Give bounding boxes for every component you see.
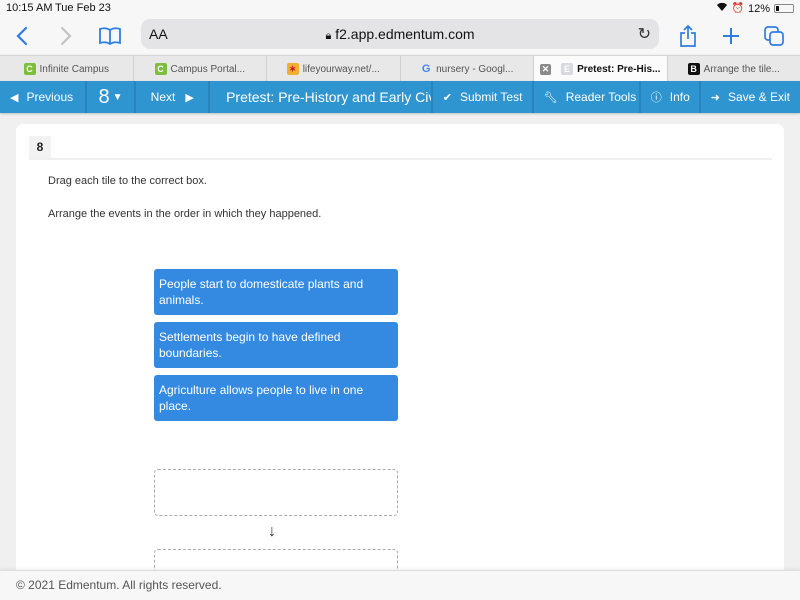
url-text: f2.app.edmentum.com (335, 26, 475, 42)
save-exit-label: Save & Exit (727, 90, 790, 104)
tab-label: Infinite Campus (39, 63, 109, 75)
next-label: Next (150, 90, 176, 104)
previous-button[interactable]: ◀ Previous (0, 81, 87, 113)
brainly-favicon: B (687, 63, 700, 75)
browser-toolbar: AA 🔒︎ f2.app.edmentum.com ↻ (0, 18, 800, 54)
wrench-icon: 🔧︎ (543, 91, 558, 104)
next-button[interactable]: Next ▶ (136, 81, 211, 113)
tab-arrange-tiles[interactable]: B Arrange the tile... (668, 56, 800, 82)
tab-infinite-campus[interactable]: C Infinite Campus (0, 56, 134, 82)
lock-icon: 🔒︎ (325, 30, 332, 42)
divider (29, 158, 772, 160)
tab-label: Arrange the tile... (703, 63, 780, 75)
google-favicon: G (421, 63, 431, 75)
submit-test-button[interactable]: ✔ Submit Test (433, 81, 534, 113)
tab-label: Campus Portal... (170, 63, 245, 75)
alarm-icon: ⏰ (731, 3, 744, 14)
question-number-badge: 8 (29, 136, 51, 158)
question-selector[interactable]: 8 ▼ (87, 81, 137, 113)
status-time: 10:15 AM (6, 2, 53, 14)
url-display[interactable]: 🔒︎ f2.app.edmentum.com (141, 26, 659, 43)
previous-label: Previous (26, 90, 74, 104)
instruction-drag: Drag each tile to the correct box. (48, 175, 207, 187)
draggable-tile[interactable]: People start to domesticate plants and a… (154, 269, 398, 315)
arrow-right-circle-icon: ▶ (185, 91, 194, 104)
info-label: Info (669, 90, 690, 104)
tab-lifeyourway[interactable]: ✶ lifeyourway.net/... (267, 56, 401, 82)
footer: © 2021 Edmentum. All rights reserved. (0, 570, 800, 600)
wifi-icon (716, 2, 728, 15)
check-circle-icon: ✔ (442, 91, 452, 104)
sign-in-icon: ➜ (710, 91, 720, 104)
question-number: 8 (98, 85, 110, 108)
reader-tools-label: Reader Tools (565, 90, 637, 104)
draggable-tile[interactable]: Settlements begin to have defined bounda… (154, 322, 398, 368)
submit-label: Submit Test (459, 90, 523, 104)
infinite-campus-favicon: C (23, 63, 36, 75)
test-navigation-bar: ◀ Previous 8 ▼ Next ▶ Pretest: Pre-Histo… (0, 81, 800, 113)
tab-label: lifeyourway.net/... (302, 63, 380, 75)
arrow-left-circle-icon: ◀ (10, 91, 19, 104)
battery-percent: 12% (747, 2, 770, 15)
edmentum-favicon: E (561, 63, 574, 75)
chevron-down-icon: ▼ (112, 91, 123, 103)
browser-tabs: C Infinite Campus C Campus Portal... ✶ l… (0, 55, 800, 82)
forward-icon[interactable] (56, 22, 76, 50)
draggable-tile[interactable]: Agriculture allows people to live in one… (154, 375, 398, 421)
save-exit-button[interactable]: ➜ Save & Exit (701, 81, 800, 113)
battery-icon (774, 4, 794, 13)
reload-icon[interactable]: ↻ (638, 24, 651, 44)
copyright: © 2021 Edmentum. All rights reserved. (16, 578, 222, 592)
info-icon: ⓘ (650, 92, 662, 104)
back-icon[interactable] (12, 22, 32, 50)
tabs-overview-icon[interactable] (763, 22, 785, 50)
reader-tools-button[interactable]: 🔧︎ Reader Tools (534, 81, 641, 113)
tab-nursery-google[interactable]: G nursery - Googl... (401, 56, 534, 82)
bookmarks-icon[interactable] (98, 22, 122, 50)
address-bar[interactable]: AA 🔒︎ f2.app.edmentum.com ↻ (141, 19, 659, 49)
new-tab-icon[interactable] (720, 22, 742, 50)
status-bar: 10:15 AM Tue Feb 23 ⏰ 12% (0, 0, 800, 18)
arrow-down-icon: ↓ (268, 523, 276, 540)
tab-campus-portal[interactable]: C Campus Portal... (134, 56, 267, 82)
tab-label: nursery - Googl... (436, 63, 514, 75)
status-date: Tue Feb 23 (55, 2, 111, 14)
status-right: ⏰ 12% (716, 2, 794, 15)
instruction-arrange: Arrange the events in the order in which… (48, 208, 322, 220)
campus-portal-favicon: C (154, 63, 167, 75)
tab-label: Pretest: Pre-His... (577, 63, 661, 75)
drop-box[interactable] (154, 469, 398, 516)
tab-pretest[interactable]: ✕ E Pretest: Pre-His... (534, 56, 668, 82)
share-icon[interactable] (677, 22, 699, 50)
test-title: Pretest: Pre-History and Early Civilizat… (210, 81, 433, 113)
question-card: 8 Drag each tile to the correct box. Arr… (16, 124, 784, 596)
lifeyourway-favicon: ✶ (286, 63, 299, 75)
close-tab-icon[interactable]: ✕ (540, 63, 552, 75)
info-button[interactable]: ⓘ Info (641, 81, 701, 113)
